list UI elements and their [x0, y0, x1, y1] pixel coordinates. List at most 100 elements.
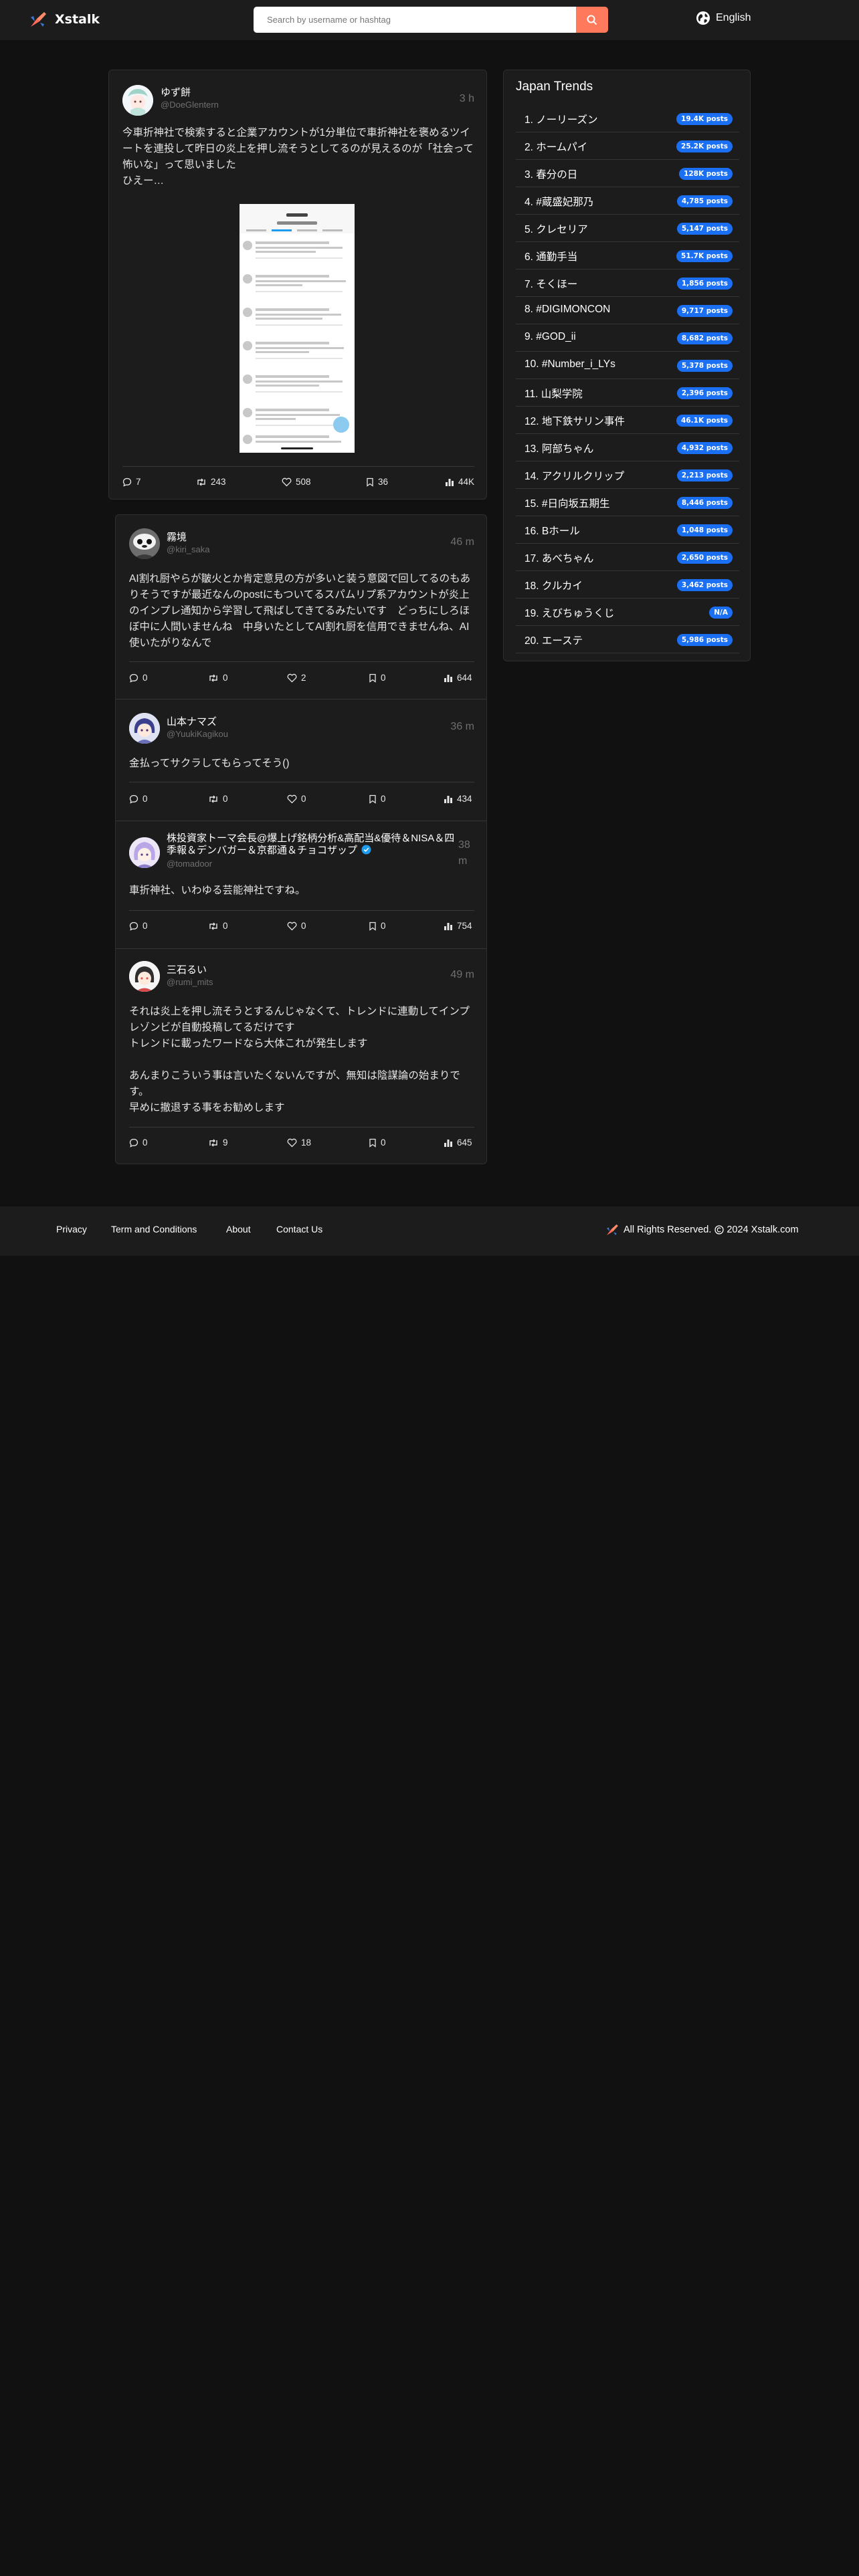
like-button[interactable]: 0 [287, 794, 306, 804]
reply-item: 三石るい @rumi_mits 49 m それは炎上を押し流そうとするんじゃなく… [116, 949, 486, 1164]
heart-icon [287, 794, 297, 803]
trend-item[interactable]: 15. #日向坂五期生 8,446 posts [516, 489, 739, 516]
trend-label: 7. そくほー [524, 279, 578, 290]
bookmark-icon [369, 794, 376, 804]
chart-bars-icon [446, 478, 454, 486]
search-button[interactable] [576, 7, 608, 33]
trend-item[interactable]: 18. クルカイ 3,462 posts [516, 571, 739, 599]
repost-icon [209, 1139, 217, 1146]
avatar[interactable] [122, 85, 153, 116]
trend-item[interactable]: 2. ホームパイ 25.2K posts [516, 132, 739, 160]
trend-item[interactable]: 13. 阿部ちゃん 4,932 posts [516, 434, 739, 461]
trend-item[interactable]: 10. #Number_i_LYs 5,378 posts [516, 352, 739, 379]
footer-link-terms[interactable]: Term and Conditions [111, 1224, 197, 1235]
trend-item[interactable]: 5. クレセリア 5,147 posts [516, 215, 739, 242]
views-stat: 645 [444, 1138, 472, 1148]
repost-button[interactable]: 243 [196, 477, 226, 487]
reply-author-handle[interactable]: @YuukiKagikou [167, 729, 228, 739]
bookmark-icon [369, 673, 376, 683]
trend-label: 2. ホームパイ [524, 142, 588, 153]
repost-button[interactable]: 0 [208, 794, 228, 804]
trend-label: 14. アクリルクリップ [524, 471, 625, 482]
trend-item[interactable]: 8. #DIGIMONCON 9,717 posts [516, 297, 739, 324]
views-stat: 754 [444, 921, 472, 931]
trend-item[interactable]: 17. あべちゃん 2,650 posts [516, 544, 739, 571]
footer-link-contact[interactable]: Contact Us [276, 1224, 322, 1235]
trend-item[interactable]: 16. Bホール 1,048 posts [516, 516, 739, 544]
reply-author-handle[interactable]: @rumi_mits [167, 977, 213, 987]
heart-icon [287, 673, 297, 682]
like-button[interactable]: 2 [287, 673, 306, 683]
bookmark-button[interactable]: 0 [369, 921, 386, 931]
reply-button[interactable]: 0 [129, 794, 148, 804]
trend-item[interactable]: 11. 山梨学院 2,396 posts [516, 379, 739, 407]
reply-button[interactable]: 7 [122, 477, 141, 487]
trend-label: 9. #GOD_ii [524, 331, 576, 342]
bookmark-button[interactable]: 36 [366, 477, 388, 487]
post-author-name[interactable]: ゆず餅 [161, 85, 191, 99]
avatar[interactable] [129, 837, 160, 868]
repost-count: 9 [223, 1138, 228, 1148]
bookmark-button[interactable]: 0 [369, 794, 386, 804]
repost-button[interactable]: 0 [208, 921, 228, 931]
trend-item[interactable]: 12. 地下鉄サリン事件 46.1K posts [516, 407, 739, 434]
reply-author-name[interactable]: 三石るい [167, 962, 207, 976]
trend-item[interactable]: 7. そくほー 1,856 posts [516, 270, 739, 297]
main-post-card: ゆず餅 @DoeGlentern 3 h 今車折神社で検索すると企業アカウントが… [108, 70, 487, 500]
rights-text: All Rights Reserved. [624, 1224, 712, 1235]
bookmark-count: 0 [381, 673, 386, 683]
trend-item[interactable]: 6. 通勤手当 51.7K posts [516, 242, 739, 270]
trend-label: 17. あべちゃん [524, 553, 594, 564]
like-button[interactable]: 0 [287, 921, 306, 931]
like-button[interactable]: 508 [282, 477, 311, 487]
views-stat: 434 [444, 794, 472, 804]
bookmark-count: 0 [381, 794, 386, 804]
footer-link-privacy[interactable]: Privacy [56, 1224, 87, 1235]
bookmark-button[interactable]: 0 [369, 1138, 386, 1148]
reply-author-handle[interactable]: @kiri_saka [167, 544, 210, 554]
trend-item[interactable]: 9. #GOD_ii 8,682 posts [516, 324, 739, 352]
brand-logo[interactable]: Xstalk [28, 9, 100, 29]
reply-button[interactable]: 0 [129, 921, 148, 931]
reply-count: 0 [142, 673, 148, 683]
post-text: 今車折神社で検索すると企業アカウントが1分単位で車折神社を褒めるツイートを連投し… [122, 127, 474, 187]
trend-item[interactable]: 3. 春分の日 128K posts [516, 160, 739, 187]
repost-icon [209, 795, 217, 802]
reply-button[interactable]: 0 [129, 1138, 148, 1148]
avatar[interactable] [129, 713, 160, 744]
views-stat: 644 [444, 673, 472, 683]
repost-button[interactable]: 9 [208, 1138, 228, 1148]
view-count: 644 [457, 673, 472, 683]
reply-author-name-wrap[interactable]: 株投資家トーマ会長@爆上げ銘柄分析&高配当&優待＆NISA＆四季報＆デンバガー＆… [167, 833, 456, 857]
bookmark-icon [369, 922, 376, 931]
trend-item[interactable]: 4. #蔵盛妃那乃 4,785 posts [516, 187, 739, 215]
reply-author-handle[interactable]: @tomadoor [167, 859, 212, 869]
bookmark-button[interactable]: 0 [369, 673, 386, 683]
reply-divider [129, 661, 474, 662]
avatar[interactable] [129, 528, 160, 559]
post-author-handle[interactable]: @DoeGlentern [161, 100, 219, 110]
trend-post-count-badge: 5,986 posts [676, 634, 733, 646]
post-time: 3 h [459, 93, 474, 104]
trend-item[interactable]: 14. アクリルクリップ 2,213 posts [516, 461, 739, 489]
copyright-icon [714, 1225, 725, 1235]
trend-item[interactable]: 1. ノーリーズン 19.4K posts [516, 105, 739, 132]
comment-icon [129, 922, 138, 931]
reply-time: 49 m [450, 969, 474, 980]
language-selector[interactable]: English [696, 11, 751, 25]
like-button[interactable]: 18 [287, 1138, 311, 1148]
comment-icon [122, 477, 132, 487]
trend-item[interactable]: 20. エーステ 5,986 posts [516, 626, 739, 653]
reply-button[interactable]: 0 [129, 673, 148, 683]
post-image[interactable] [240, 204, 355, 453]
reply-item: 霧境 @kiri_saka 46 m AI割れ厨やらが皺火とか肯定意見の方が多い… [116, 515, 486, 699]
reply-author-name[interactable]: 山本ナマズ [167, 714, 217, 728]
search-input[interactable] [254, 7, 576, 33]
avatar[interactable] [129, 961, 160, 992]
trend-item[interactable]: 19. えびちゅうくじ N/A [516, 599, 739, 626]
reply-author-name[interactable]: 霧境 [167, 530, 187, 544]
repost-icon [209, 674, 217, 681]
repost-icon [209, 922, 217, 930]
footer-link-about[interactable]: About [226, 1224, 251, 1235]
repost-button[interactable]: 0 [208, 673, 228, 683]
